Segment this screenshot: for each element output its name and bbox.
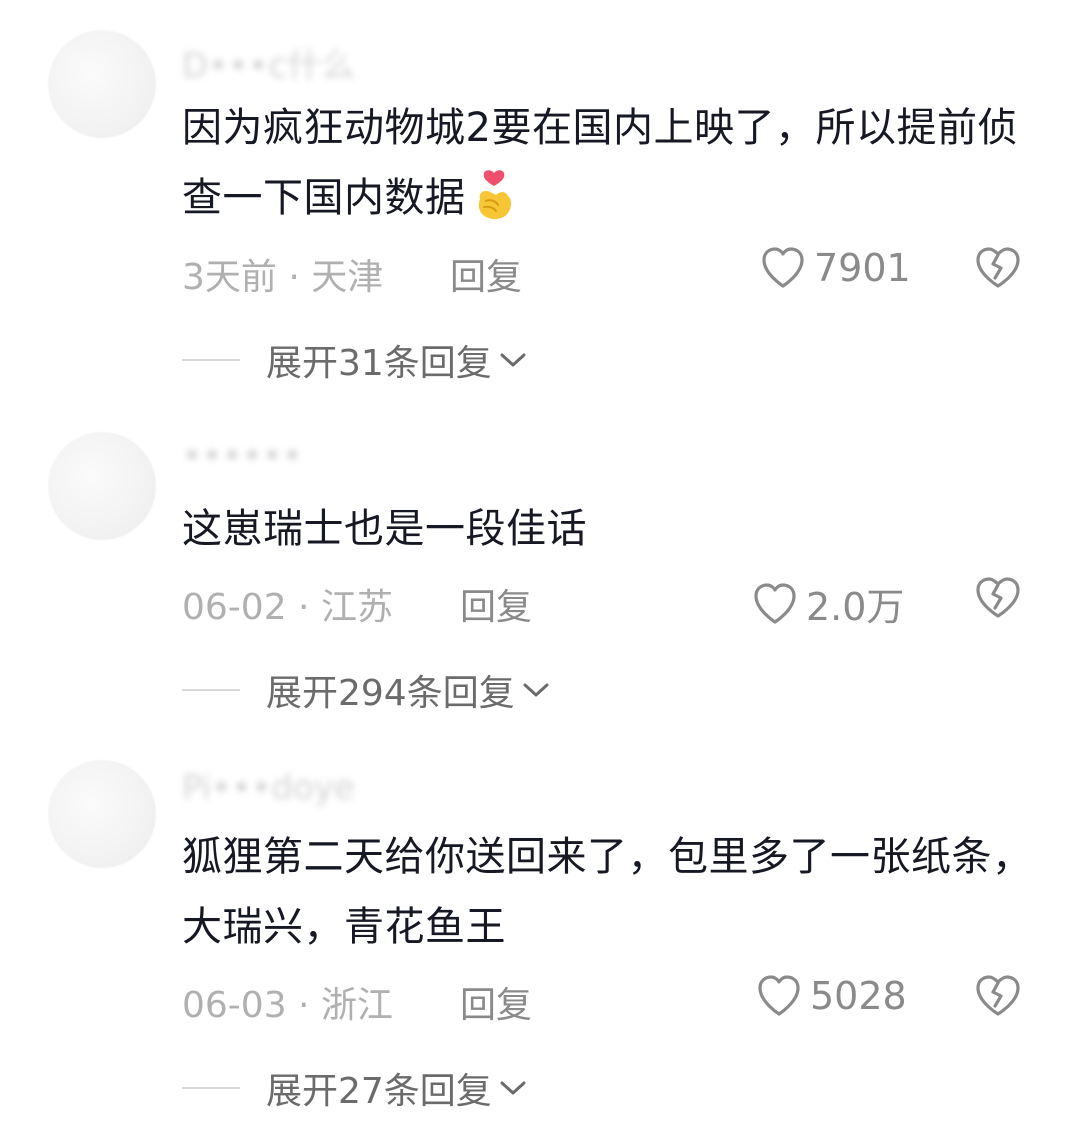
like-count: 5028 [810,974,907,1018]
expand-replies-label: 展开294条回复 [266,673,515,714]
like-count: 7901 [814,246,911,290]
comment-meta: 3天前 · 天津 [182,257,384,298]
expand-replies[interactable]: 展开31条回复 [182,334,528,386]
comment-text-content: 这崽瑞士也是一段佳话 [182,506,587,552]
dislike-button[interactable] [974,576,1022,624]
username[interactable]: Pi•••doye [182,768,355,808]
comment-text: 狐狸第二天给你送回来了，包里多了一张纸条，大瑞兴，青花鱼王 [182,822,1042,962]
finger-heart-emoji [472,169,516,221]
username[interactable]: D•••c什么 [182,38,355,87]
expand-replies-label: 展开27条回复 [266,1071,492,1112]
comment-text-content: 狐狸第二天给你送回来了，包里多了一张纸条，大瑞兴，青花鱼王 [182,834,1033,950]
username[interactable]: •••••• [182,436,302,476]
comment-text: 因为疯狂动物城2要在国内上映了，所以提前侦查一下国内数据 [182,93,1042,233]
like-button[interactable]: 2.0万 [752,576,904,631]
expand-replies[interactable]: 展开294条回复 [182,664,551,716]
like-button[interactable]: 7901 [760,246,911,290]
heart-outline-icon [762,247,804,288]
chevron-down-icon [500,353,526,367]
divider [182,689,240,691]
like-count: 2.0万 [806,585,905,629]
expand-replies-label: 展开31条回复 [266,343,492,384]
broken-heart-icon [976,975,1020,1016]
reply-button[interactable]: 回复 [460,976,532,1028]
heart-outline-icon [758,975,800,1016]
dislike-button[interactable] [974,974,1022,1022]
reply-button[interactable]: 回复 [450,248,522,300]
expand-replies[interactable]: 展开27条回复 [182,1062,528,1114]
avatar[interactable] [48,30,156,138]
avatar[interactable] [48,760,156,868]
broken-heart-icon [976,577,1020,618]
dislike-button[interactable] [974,246,1022,294]
broken-heart-icon [976,247,1020,288]
like-button[interactable]: 5028 [756,974,907,1018]
avatar[interactable] [48,432,156,540]
comment-text: 这崽瑞士也是一段佳话 [182,494,1042,564]
comment-meta: 06-02 · 江苏 [182,587,393,628]
comment-text-content: 因为疯狂动物城2要在国内上映了，所以提前侦查一下国内数据 [182,105,1018,221]
heart-outline-icon [754,582,796,624]
chevron-down-icon [500,1081,526,1095]
comment-meta: 06-03 · 浙江 [182,985,393,1026]
reply-button[interactable]: 回复 [460,578,532,630]
divider [182,1087,240,1089]
divider [182,359,240,361]
chevron-down-icon [523,683,549,697]
